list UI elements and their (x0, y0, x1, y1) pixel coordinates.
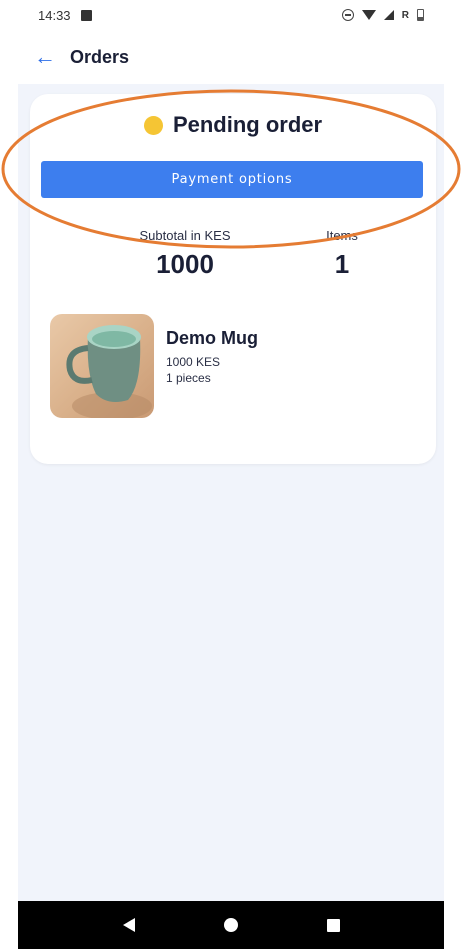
items-block: Items 1 (292, 228, 392, 280)
order-card: Pending order Payment options Subtotal i… (30, 94, 436, 464)
status-time: 14:33 (38, 7, 71, 23)
items-label: Items (326, 228, 358, 243)
subtotal-label: Subtotal in KES (139, 228, 231, 243)
page-title: Orders (70, 46, 130, 67)
back-icon[interactable] (122, 918, 135, 932)
wifi-icon (361, 10, 376, 20)
product-name: Demo Mug (166, 328, 258, 348)
battery-icon (417, 9, 424, 21)
product-price: 1000 KES (166, 355, 221, 369)
image-icon (80, 9, 92, 21)
status-left: 14:33 (38, 8, 92, 23)
mug-illustration (66, 325, 152, 418)
product-info: Demo Mug 1000 KES 1 pieces (166, 328, 258, 385)
signal-icon (383, 10, 394, 20)
roaming-label: R (401, 9, 409, 21)
app-header: ← Orders (0, 30, 462, 84)
order-status-title: Pending order (172, 112, 323, 137)
content-area: Pending order Payment options Subtotal i… (18, 84, 444, 901)
payment-options-button[interactable]: Payment options (41, 161, 423, 198)
subtotal-block: Subtotal in KES 1000 (100, 228, 270, 280)
order-status-row: Pending order (30, 112, 436, 138)
status-right: R (341, 9, 424, 21)
dnd-icon (341, 9, 354, 21)
recents-icon[interactable] (326, 918, 340, 932)
status-dot (143, 115, 163, 135)
product-quantity: 1 pieces (166, 371, 211, 385)
status-bar: 14:33 R (0, 0, 462, 30)
product-image (50, 314, 154, 418)
arrow-left-icon[interactable]: ← (34, 46, 56, 68)
home-icon[interactable] (223, 918, 238, 932)
product-item[interactable]: Demo Mug 1000 KES 1 pieces (50, 314, 420, 418)
system-nav-bar (18, 901, 444, 949)
items-value: 1 (334, 249, 350, 279)
subtotal-value: 1000 (156, 249, 214, 279)
